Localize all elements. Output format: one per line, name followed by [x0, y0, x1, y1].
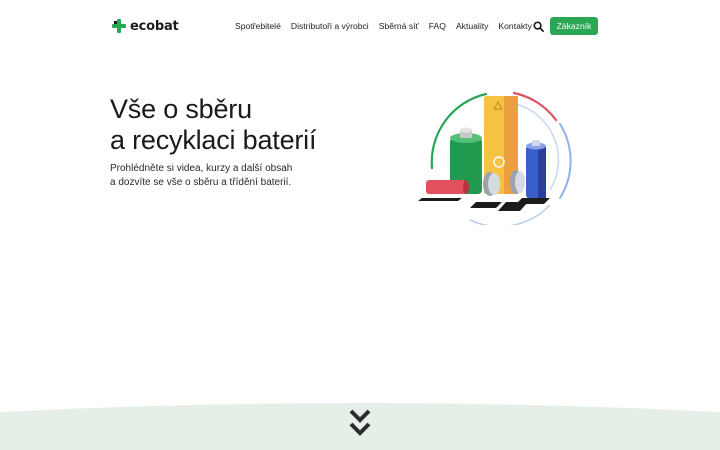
scroll-down-button[interactable]	[347, 408, 373, 440]
chevron-double-down-icon	[349, 409, 371, 436]
battery-illustration	[418, 91, 572, 225]
nav-item-kontakty[interactable]: Kontakty	[498, 19, 531, 33]
main-nav: Spotřebitelé Distributoři a výrobci Sběr…	[235, 19, 542, 33]
hero-title-line-1: Vše o sběru	[110, 94, 252, 124]
hero-title-line-2: a recyklaci baterií	[110, 125, 317, 155]
nav-item-faq[interactable]: FAQ	[429, 19, 446, 33]
nav-item-sberna-sit[interactable]: Sběrná síť	[379, 19, 419, 33]
hero-title: Vše o sběru a recyklaci baterií	[110, 94, 316, 156]
search-button[interactable]	[530, 18, 546, 34]
site-header: ecobat Spotřebitelé Distributoři a výrob…	[0, 0, 720, 52]
brand-logo[interactable]: ecobat	[111, 15, 179, 37]
brand-name: ecobat	[130, 18, 179, 34]
hero-subtitle-line-1: Prohlédněte si videa, kurzy a další obsa…	[110, 163, 293, 174]
search-icon	[532, 20, 544, 32]
hero-subtitle: Prohlédněte si videa, kurzy a další obsa…	[110, 162, 320, 190]
nav-item-distributori[interactable]: Distributoři a výrobci	[291, 19, 369, 33]
nav-item-aktuality[interactable]: Aktuality	[456, 19, 488, 33]
nav-item-spotrebitele[interactable]: Spotřebitelé	[235, 19, 281, 33]
hero-subtitle-line-2: a dozvíte se vše o sběru a třídění bater…	[110, 177, 292, 188]
customer-button[interactable]: Zákazník	[550, 17, 598, 35]
logo-icon	[112, 19, 126, 33]
